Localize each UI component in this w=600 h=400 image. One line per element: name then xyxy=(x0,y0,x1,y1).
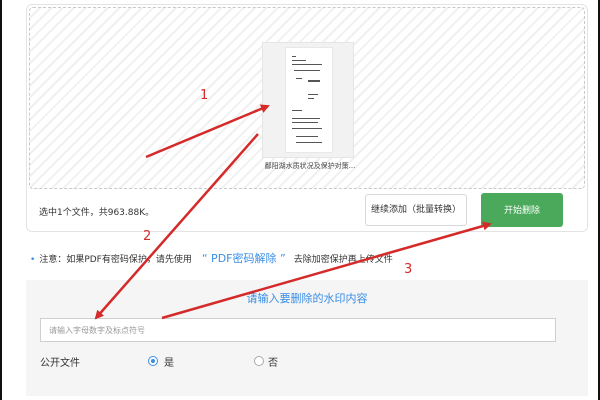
notice-text-before: 注意：如果PDF有密码保护，请先使用 xyxy=(39,255,192,265)
upload-card: 鄱阳湖水质状况及保护对策... 选中1个文件，共963.88K。 继续添加（批量… xyxy=(26,4,588,232)
public-yes-label[interactable]: 是 xyxy=(164,354,174,369)
watermark-text-input[interactable] xyxy=(40,318,556,342)
watermark-form-panel: 请输入要删除的水印内容 公开文件 是 否 xyxy=(26,280,588,396)
notice-text-after: 去除加密保护再上传文件 xyxy=(293,255,393,265)
annotation-number-1: 1 xyxy=(200,88,209,103)
file-thumbnail[interactable] xyxy=(262,42,354,158)
file-drop-zone[interactable]: 鄱阳湖水质状况及保护对策... xyxy=(29,7,585,189)
document-page-preview xyxy=(285,47,333,153)
start-delete-button[interactable]: 开始删除 xyxy=(481,193,563,227)
public-file-label: 公开文件 xyxy=(40,358,80,369)
public-no-radio[interactable] xyxy=(254,356,264,366)
selection-summary: 选中1个文件，共963.88K。 xyxy=(39,208,155,218)
annotation-number-3: 3 xyxy=(404,262,413,277)
form-title: 请输入要删除的水印内容 xyxy=(246,292,368,305)
add-more-button[interactable]: 继续添加（批量转换） xyxy=(365,194,467,226)
notice-bullet: • xyxy=(30,255,36,265)
public-no-label[interactable]: 否 xyxy=(268,354,278,369)
file-name: 鄱阳湖水质状况及保护对策... xyxy=(264,162,356,170)
password-notice: • 注意：如果PDF有密码保护，请先使用 “ PDF密码解除 ” 去除加密保护再上传文… xyxy=(30,250,393,266)
pdf-password-removal-link[interactable]: “ PDF密码解除 ” xyxy=(202,252,286,265)
public-yes-radio[interactable] xyxy=(148,356,158,366)
annotation-number-2: 2 xyxy=(143,229,152,244)
